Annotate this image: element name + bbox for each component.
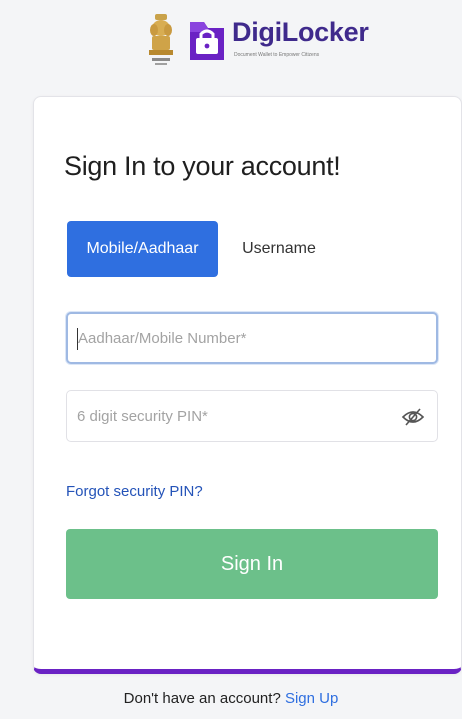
- header: DigiLocker Document Wallet to Empower Ci…: [0, 0, 462, 92]
- brand-name: DigiLocker: [232, 17, 369, 47]
- security-pin-input[interactable]: [77, 391, 397, 441]
- signup-prompt: Don't have an account?: [123, 690, 281, 707]
- signin-button[interactable]: Sign In: [66, 529, 438, 599]
- digilocker-logo-icon: [190, 22, 224, 60]
- pin-field[interactable]: [66, 390, 438, 442]
- tab-username[interactable]: Username: [234, 221, 324, 277]
- signin-card: Sign In to your account! Mobile/Aadhaar …: [33, 96, 462, 674]
- eye-slash-icon[interactable]: [401, 405, 425, 429]
- signup-link[interactable]: Sign Up: [285, 690, 338, 707]
- aadhaar-mobile-input[interactable]: [78, 314, 398, 362]
- tab-mobile-aadhaar[interactable]: Mobile/Aadhaar: [67, 221, 218, 277]
- brand-tagline: Document Wallet to Empower Citizens: [234, 52, 320, 58]
- footer: Don't have an account? Sign Up: [0, 690, 462, 707]
- page-title: Sign In to your account!: [64, 151, 341, 181]
- mobile-field[interactable]: [66, 312, 438, 364]
- forgot-pin-link[interactable]: Forgot security PIN?: [66, 483, 203, 500]
- national-emblem-icon: [149, 14, 173, 65]
